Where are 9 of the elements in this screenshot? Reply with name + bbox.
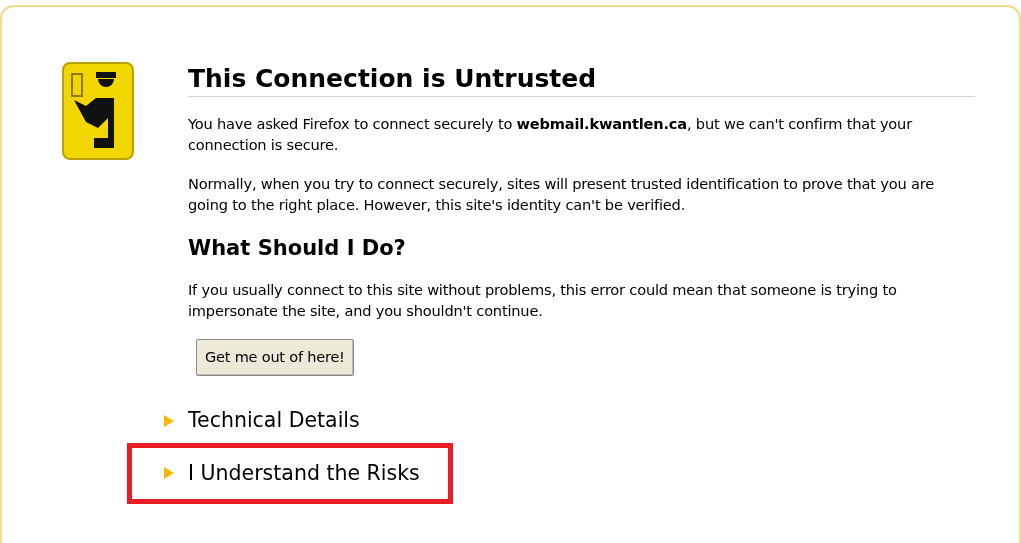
paragraph: Normally, when you try to connect securely, sites will present trusted identification to prove that you are going to the right place. However, this site's identity can't be verified. (188, 174, 935, 215)
exit-button[interactable]: Get me out of here! (196, 338, 354, 377)
paragraph: If you usually connect to this site without problems, this error could mean that someone is trying to impersonate the site, and you shouldn't continue. (188, 279, 898, 321)
security-officer-icon (62, 62, 134, 160)
paragraph: You have asked Firefox to connect securely to webmail.kwantlen.ca, but we can't confirm that your connection is secure. (188, 114, 914, 155)
page-title: This Connection is Untrusted (188, 64, 975, 97)
expander-link[interactable]: Technical Details (188, 405, 360, 436)
section-heading: What Should I Do? (188, 235, 407, 262)
expander-link[interactable]: I Understand the Risks (188, 458, 420, 489)
